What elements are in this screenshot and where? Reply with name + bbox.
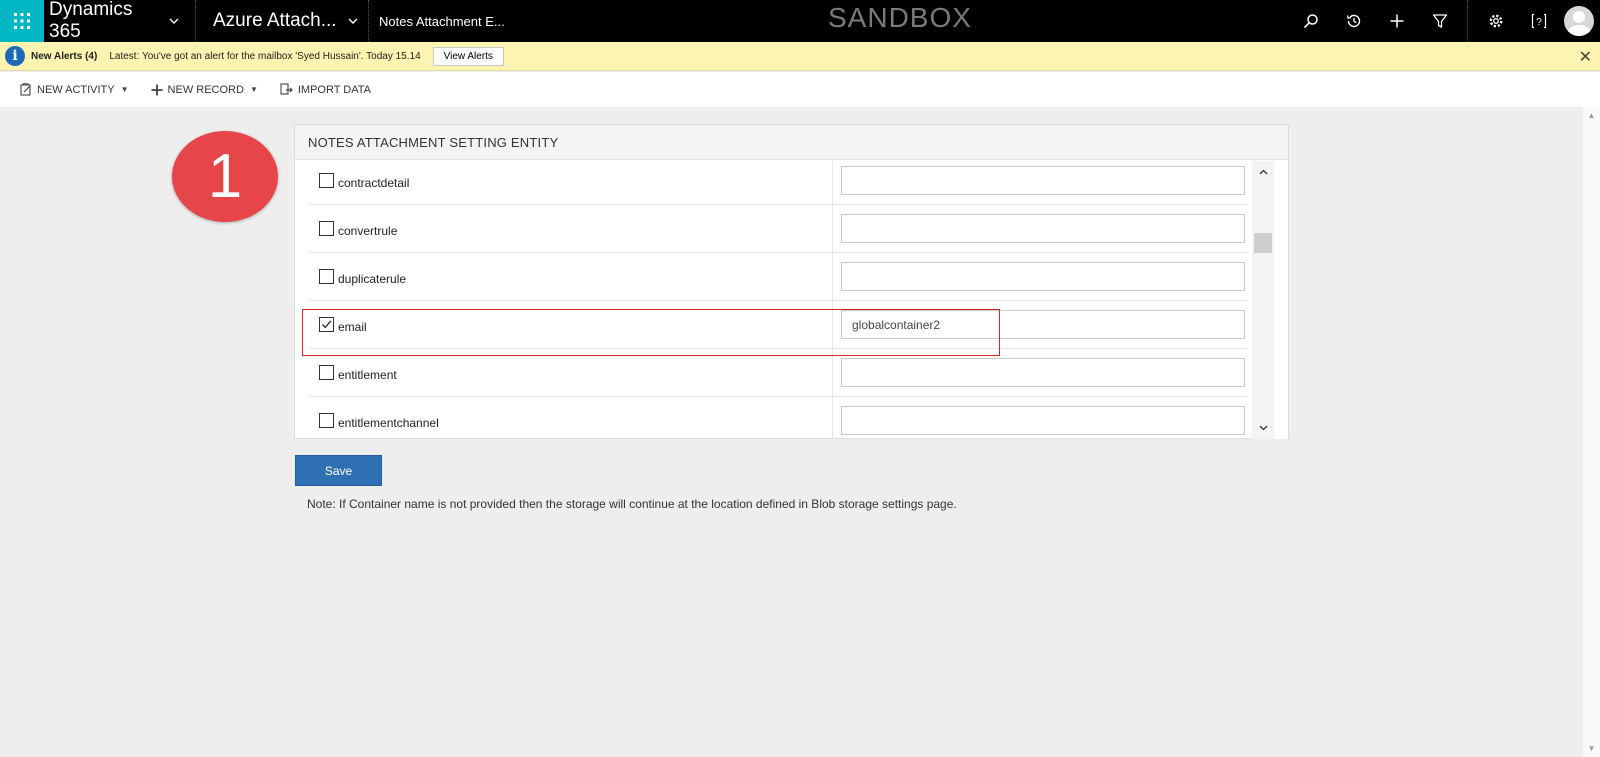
- entity-cell: convertrule: [309, 205, 833, 253]
- checkmark-icon: [321, 320, 332, 329]
- table-row: entitlementchannel: [309, 397, 1247, 439]
- recent-button[interactable]: [1332, 0, 1375, 42]
- import-icon: [280, 83, 293, 95]
- container-name-input[interactable]: [841, 310, 1245, 339]
- plus-icon: [1390, 14, 1403, 28]
- new-record-label: NEW RECORD: [167, 83, 244, 96]
- help-icon: ?: [1531, 13, 1546, 29]
- entity-name: convertrule: [338, 224, 398, 238]
- alert-title: New Alerts (4): [31, 50, 98, 62]
- activity-icon: [20, 83, 31, 96]
- entity-name: entitlement: [338, 368, 397, 382]
- scrollbar-track[interactable]: [1252, 161, 1274, 439]
- app-launcher-button[interactable]: [0, 0, 44, 42]
- entity-checkbox-checked[interactable]: [319, 317, 334, 332]
- caret-down-icon: ▼: [249, 85, 258, 94]
- user-avatar[interactable]: [1564, 6, 1594, 36]
- entity-name: entitlementchannel: [338, 416, 439, 430]
- top-nav-bar: Dynamics 365 Azure Attach... Notes Attac…: [0, 0, 1600, 42]
- search-button[interactable]: [1289, 0, 1332, 42]
- chevron-up-icon[interactable]: ▲: [1583, 107, 1600, 124]
- entity-cell: email: [309, 301, 833, 349]
- storage-note: Note: If Container name is not provided …: [307, 497, 957, 511]
- divider: [1467, 0, 1468, 42]
- grid-scrollbar[interactable]: [1252, 161, 1288, 439]
- entity-checkbox[interactable]: [319, 365, 334, 380]
- entity-checkbox[interactable]: [319, 173, 334, 188]
- container-name-input[interactable]: [841, 166, 1245, 195]
- save-button[interactable]: Save: [295, 455, 382, 486]
- svg-text:?: ?: [1536, 17, 1542, 28]
- container-name-input[interactable]: [841, 358, 1245, 387]
- area-name-label: Azure Attach...: [213, 10, 337, 31]
- close-icon[interactable]: ✕: [1579, 47, 1592, 67]
- chevron-down-icon[interactable]: ▼: [1583, 740, 1600, 757]
- history-icon: [1346, 14, 1360, 28]
- command-bar: NEW ACTIVITY ▼ NEW RECORD ▼ IMPORT DATA: [0, 72, 1600, 107]
- chevron-up-icon[interactable]: [1252, 161, 1274, 183]
- chevron-down-icon: [169, 18, 179, 24]
- entity-checkbox[interactable]: [319, 221, 334, 236]
- import-data-button[interactable]: IMPORT DATA: [280, 83, 371, 96]
- entity-checkbox[interactable]: [319, 413, 334, 428]
- table-row: email: [309, 301, 1247, 349]
- entity-name: contractdetail: [338, 176, 410, 190]
- entity-cell: entitlementchannel: [309, 397, 833, 439]
- scrollbar-thumb[interactable]: [1254, 233, 1272, 253]
- container-name-input[interactable]: [841, 214, 1245, 243]
- table-row: duplicaterule: [309, 253, 1247, 301]
- view-alerts-button[interactable]: View Alerts: [432, 46, 504, 66]
- chevron-down-icon: [348, 18, 358, 24]
- alert-notification-bar: i New Alerts (4) Latest: You've got an a…: [0, 42, 1600, 71]
- caret-down-icon: ▼: [120, 85, 129, 94]
- app-name-label: Dynamics 365: [49, 0, 133, 42]
- container-name-input[interactable]: [841, 406, 1245, 435]
- app-switcher[interactable]: Dynamics 365: [44, 0, 196, 42]
- page-scrollbar[interactable]: ▲ ▼: [1583, 107, 1600, 757]
- entity-cell: contractdetail: [309, 161, 833, 205]
- new-activity-label: NEW ACTIVITY: [37, 83, 115, 96]
- info-icon: i: [5, 46, 25, 66]
- area-switcher[interactable]: Azure Attach...: [196, 0, 369, 42]
- entity-name: duplicaterule: [338, 272, 407, 286]
- table-row: contractdetail: [309, 161, 1247, 205]
- waffle-icon: [14, 13, 30, 29]
- table-row: entitlement: [309, 349, 1247, 397]
- new-activity-button[interactable]: NEW ACTIVITY ▼: [20, 83, 129, 96]
- new-record-button[interactable]: NEW RECORD ▼: [151, 84, 258, 96]
- entity-name: email: [338, 320, 367, 334]
- breadcrumb-current-page[interactable]: Notes Attachment E...: [369, 14, 505, 29]
- entity-cell: entitlement: [309, 349, 833, 397]
- filter-icon: [1432, 14, 1447, 28]
- entity-cell: duplicaterule: [309, 253, 833, 301]
- gear-icon: [1489, 14, 1502, 28]
- search-icon: [1303, 14, 1318, 29]
- entity-settings-grid: contractdetail convertrule duplicaterule: [309, 161, 1247, 439]
- plus-icon: [151, 84, 163, 95]
- environment-label: SANDBOX: [828, 2, 972, 33]
- chevron-down-icon[interactable]: [1252, 417, 1274, 439]
- settings-button[interactable]: [1474, 0, 1517, 42]
- step-number-badge: 1: [172, 131, 278, 222]
- help-button[interactable]: ?: [1517, 0, 1560, 42]
- import-data-label: IMPORT DATA: [297, 83, 371, 96]
- entity-checkbox[interactable]: [319, 269, 334, 284]
- container-name-input[interactable]: [841, 262, 1245, 291]
- notes-attachment-settings-panel: NOTES ATTACHMENT SETTING ENTITY contract…: [294, 124, 1289, 439]
- top-nav-actions: ?: [1289, 0, 1600, 42]
- panel-title: NOTES ATTACHMENT SETTING ENTITY: [295, 125, 1288, 160]
- alert-message: Latest: You've got an alert for the mail…: [109, 50, 421, 62]
- advanced-find-button[interactable]: [1418, 0, 1461, 42]
- create-button[interactable]: [1375, 0, 1418, 42]
- table-row: convertrule: [309, 205, 1247, 253]
